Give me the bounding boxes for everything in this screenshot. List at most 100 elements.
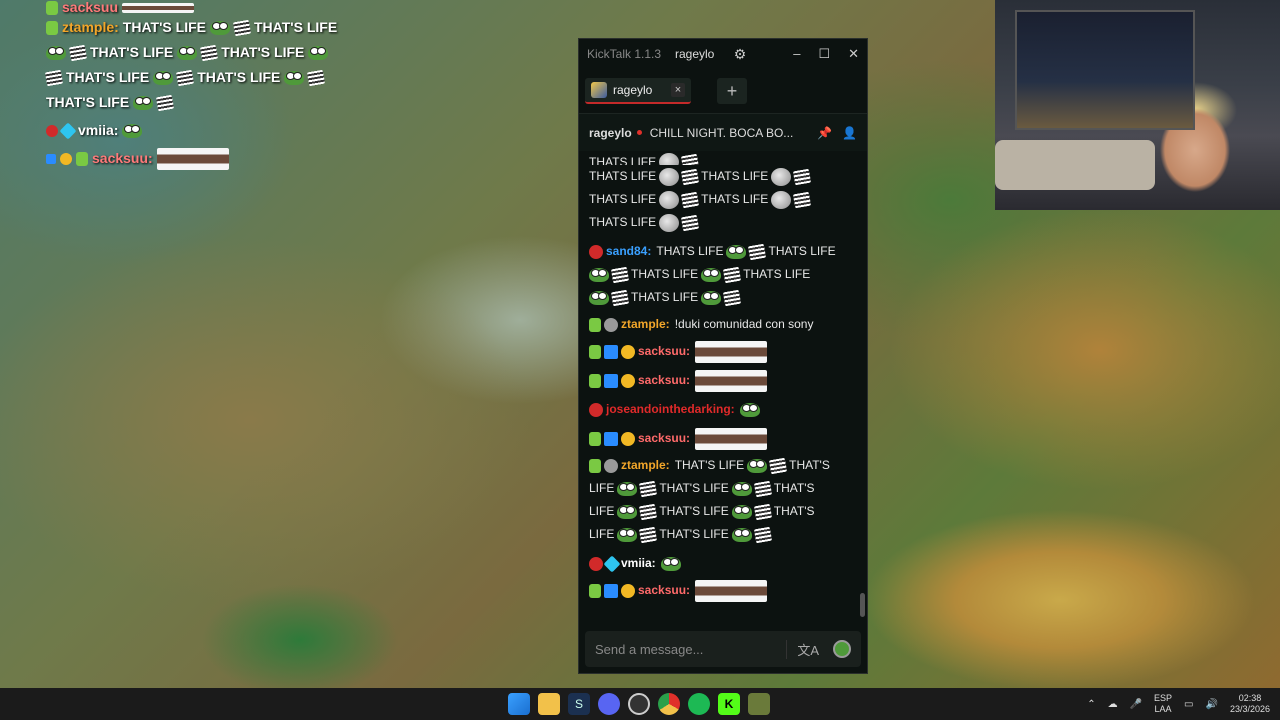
windows-start-icon[interactable] bbox=[508, 693, 530, 715]
badge-icon bbox=[604, 373, 618, 388]
chat-message: LIFE THAT'S LIFE THAT'S bbox=[589, 480, 815, 497]
statue-emote-icon bbox=[659, 153, 680, 165]
badge-icon bbox=[621, 373, 635, 388]
list-emote-icon bbox=[610, 289, 630, 306]
emote-image bbox=[122, 2, 195, 13]
pepe-emote-icon bbox=[731, 481, 752, 496]
live-indicator-icon bbox=[636, 130, 642, 135]
list-emote-icon bbox=[156, 94, 175, 111]
emote-picker-icon[interactable] bbox=[833, 640, 851, 658]
kicktalk-window[interactable]: KickTalk 1.1.3 rageylo ⚙ – ☐ ✕ rageylo ×… bbox=[578, 38, 868, 674]
pepe-emote-icon bbox=[589, 290, 609, 305]
badge-icon bbox=[604, 458, 618, 473]
message-input[interactable] bbox=[595, 641, 787, 657]
app-name: KickTalk 1.1.3 bbox=[587, 47, 662, 61]
chrome-icon[interactable] bbox=[658, 693, 680, 715]
list-emote-icon bbox=[681, 214, 700, 231]
display-icon[interactable]: ▭ bbox=[1184, 699, 1193, 710]
list-emote-icon bbox=[307, 69, 326, 86]
badge-icon bbox=[604, 583, 618, 598]
badge-icon bbox=[604, 431, 618, 446]
badge-icon bbox=[46, 20, 58, 35]
webcam-background-window bbox=[1015, 10, 1195, 130]
chat-message: vmiia: bbox=[589, 552, 859, 575]
chat-message: ztample: THAT'S LIFE THAT'S bbox=[589, 454, 859, 477]
chat-scrollbar[interactable] bbox=[860, 593, 865, 617]
current-user[interactable]: rageylo bbox=[675, 47, 721, 61]
list-emote-icon bbox=[681, 153, 700, 165]
chat-message: THATS LIFE bbox=[589, 286, 859, 309]
pepe-emote-icon bbox=[209, 20, 230, 35]
maximize-button[interactable]: ☐ bbox=[818, 46, 830, 62]
pepe-emote-icon bbox=[660, 556, 681, 571]
chat-tabs: rageylo × + bbox=[579, 69, 867, 113]
list-emote-icon bbox=[748, 243, 767, 260]
translate-icon[interactable]: 文A bbox=[797, 640, 819, 659]
file-explorer-icon[interactable] bbox=[538, 693, 560, 715]
chat-message: sacksuu: bbox=[589, 427, 859, 450]
badge-icon bbox=[589, 556, 603, 571]
statue-emote-icon bbox=[659, 213, 680, 232]
badge-icon bbox=[589, 583, 601, 598]
pepe-emote-icon bbox=[739, 402, 760, 417]
chat-message: THATS LIFE THATS LIFE bbox=[589, 165, 859, 188]
close-icon[interactable]: × bbox=[671, 83, 685, 97]
steam-icon[interactable]: S bbox=[568, 693, 590, 715]
list-emote-icon bbox=[639, 526, 658, 543]
emote-image bbox=[695, 427, 768, 450]
badge-icon bbox=[589, 458, 601, 473]
pepe-emote-icon bbox=[133, 95, 154, 110]
pepe-emote-icon bbox=[701, 290, 722, 305]
chat-message: sacksuu: bbox=[589, 579, 859, 602]
chat-message: THATS LIFE bbox=[589, 211, 859, 234]
chevron-up-icon[interactable]: ⌃ bbox=[1087, 699, 1095, 710]
badge-icon bbox=[589, 431, 601, 446]
list-emote-icon bbox=[753, 526, 772, 543]
taskbar: S K ⌃ ☁ 🎤 ESP LAA ▭ 🔊 02:38 23/3/2026 bbox=[0, 688, 1280, 720]
avatar bbox=[591, 82, 607, 98]
statue-emote-icon bbox=[659, 167, 680, 186]
list-emote-icon bbox=[793, 191, 812, 208]
badge-icon bbox=[621, 431, 635, 446]
volume-icon[interactable]: 🔊 bbox=[1206, 699, 1218, 710]
kick-icon[interactable]: K bbox=[718, 693, 740, 715]
add-tab-button[interactable]: + bbox=[717, 78, 747, 104]
statue-emote-icon bbox=[771, 190, 792, 209]
network-icon[interactable]: ☁ bbox=[1108, 699, 1118, 710]
chat-message: THATS LIFE THATS LIFE bbox=[589, 263, 859, 286]
title-bar[interactable]: KickTalk 1.1.3 rageylo ⚙ – ☐ ✕ bbox=[579, 39, 867, 69]
close-button[interactable]: ✕ bbox=[848, 46, 859, 62]
pepe-emote-icon bbox=[731, 527, 752, 542]
pepe-emote-icon bbox=[617, 527, 638, 542]
chat-message: ztample: !duki comunidad con sony bbox=[589, 313, 859, 336]
stream-title: CHILL NIGHT. BOCA BO... bbox=[649, 125, 794, 140]
badge-icon bbox=[76, 151, 88, 166]
spotify-icon[interactable] bbox=[688, 693, 710, 715]
microphone-icon[interactable]: 🎤 bbox=[1130, 699, 1142, 710]
streamer-name[interactable]: rageylo bbox=[589, 126, 632, 140]
clock[interactable]: 02:38 23/3/2026 bbox=[1230, 693, 1270, 715]
badge-icon bbox=[589, 244, 603, 259]
minimize-button[interactable]: – bbox=[793, 46, 800, 62]
tab-rageylo[interactable]: rageylo × bbox=[585, 78, 691, 104]
overlay-line: THAT'S LIFE THAT'S LIFE bbox=[46, 40, 366, 65]
obs-icon[interactable] bbox=[628, 693, 650, 715]
language-indicator[interactable]: ESP LAA bbox=[1154, 693, 1172, 715]
emote-image bbox=[695, 579, 768, 602]
overlay-line: sacksuu: bbox=[46, 146, 366, 171]
list-emote-icon bbox=[769, 457, 788, 474]
chat-messages[interactable]: THATS LIFE THATS LIFE THATS LIFE THATS L… bbox=[579, 153, 869, 616]
badge-icon bbox=[621, 583, 635, 598]
list-emote-icon bbox=[793, 168, 812, 185]
gear-icon[interactable]: ⚙ bbox=[729, 46, 751, 63]
app-icon[interactable] bbox=[748, 693, 770, 715]
pin-icon[interactable]: 📌 bbox=[817, 126, 832, 140]
list-emote-icon bbox=[232, 19, 252, 36]
pepe-emote-icon bbox=[617, 481, 638, 496]
user-icon[interactable]: 👤 bbox=[842, 126, 857, 140]
pepe-emote-icon bbox=[726, 244, 747, 259]
tab-label: rageylo bbox=[613, 83, 653, 97]
list-emote-icon bbox=[681, 168, 700, 185]
discord-icon[interactable] bbox=[598, 693, 620, 715]
emote-image bbox=[695, 340, 768, 363]
